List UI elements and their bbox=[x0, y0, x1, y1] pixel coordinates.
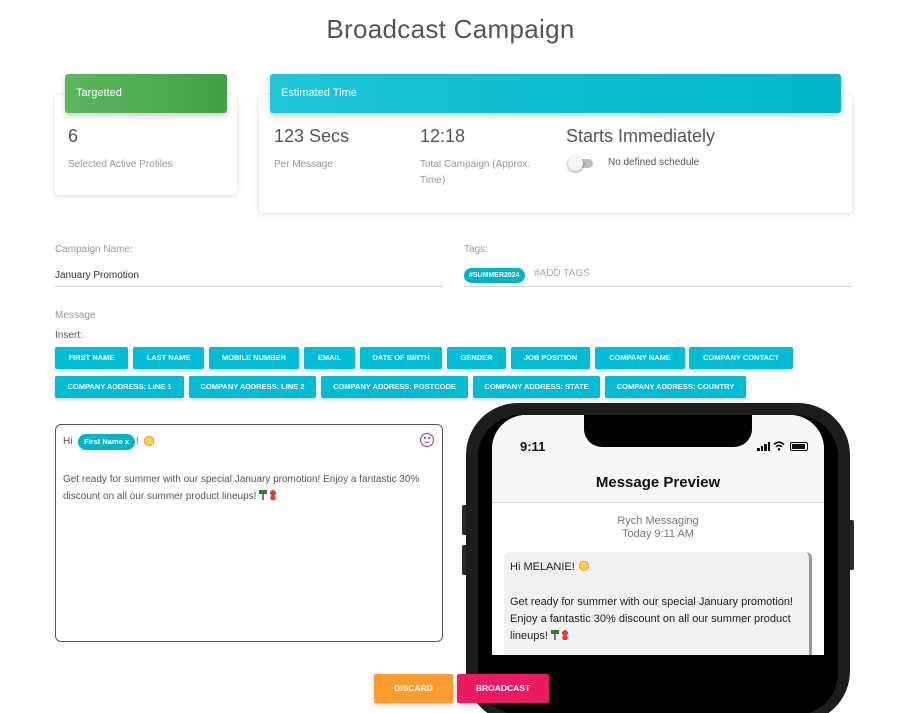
first-name-placeholder-chip[interactable]: First Name x bbox=[78, 434, 136, 450]
targeted-label: Selected Active Profiles bbox=[68, 159, 173, 170]
start-value: Starts Immediately bbox=[566, 126, 716, 146]
page-title: Broadcast Campaign bbox=[326, 14, 575, 44]
exclaim-text: ! bbox=[136, 436, 139, 447]
insert-address-line2-button[interactable]: COMPANY ADDRESS: LINE 2 bbox=[189, 376, 316, 398]
insert-job-position-button[interactable]: JOB POSITION bbox=[511, 347, 590, 369]
total-campaign-value: 12:18 bbox=[420, 126, 466, 146]
status-time: 9:11 bbox=[520, 439, 546, 454]
tags-label: Tags: bbox=[464, 244, 488, 255]
insert-address-line1-button[interactable]: COMPANY ADDRESS: LINE 1 bbox=[55, 376, 184, 398]
tags-underline bbox=[464, 286, 852, 287]
schedule-label: No defined schedule bbox=[608, 157, 700, 168]
insert-company-contact-button[interactable]: COMPANY CONTACT bbox=[689, 347, 793, 369]
estimated-header: Estimated Time bbox=[270, 74, 841, 113]
preview-message-bubble: Hi MELANIE! Get ready for summer with ou… bbox=[504, 552, 812, 655]
campaign-name-label: Campaign Name: bbox=[55, 244, 133, 255]
insert-gender-button[interactable]: GENDER bbox=[447, 347, 506, 369]
battery-icon bbox=[790, 442, 808, 451]
preview-title: Message Preview bbox=[595, 474, 721, 491]
insert-address-country-button[interactable]: COMPANY ADDRESS: COUNTRY bbox=[605, 376, 746, 398]
insert-email-button[interactable]: EMAIL bbox=[304, 347, 355, 369]
insert-mobile-number-button[interactable]: MOBILE NUMBER bbox=[209, 347, 299, 369]
phone-notch bbox=[584, 415, 752, 447]
preview-greeting-text: Hi MELANIE! bbox=[510, 561, 575, 573]
message-label: Message bbox=[55, 310, 96, 321]
insert-date-of-birth-button[interactable]: DATE OF BIRTH bbox=[360, 347, 442, 369]
per-message-value: 123 Secs bbox=[274, 126, 350, 146]
message-body-text: Get ready for summer with our special Ja… bbox=[63, 474, 420, 502]
insert-label: Insert: bbox=[55, 330, 83, 341]
message-editor[interactable]: Hi First Name x ! Get ready for summer w… bbox=[55, 424, 443, 642]
preview-sender: Rych Messaging Today 9:11 AM bbox=[492, 515, 824, 541]
sun-icon bbox=[577, 560, 590, 572]
broadcast-button[interactable]: BROADCAST bbox=[457, 674, 549, 703]
palm-tree-icon bbox=[550, 630, 559, 640]
bikini-icon bbox=[560, 630, 569, 640]
insert-last-name-button[interactable]: LAST NAME bbox=[133, 347, 204, 369]
status-icons bbox=[757, 441, 809, 451]
toggle-knob bbox=[568, 156, 583, 171]
targeted-count: 6 bbox=[68, 126, 79, 146]
total-campaign-label: Total Campaign (Approx. Time) bbox=[420, 159, 531, 186]
schedule-toggle[interactable] bbox=[568, 156, 594, 171]
campaign-name-input[interactable]: January Promotion bbox=[55, 270, 139, 281]
preview-body: Get ready for summer with our special Ja… bbox=[510, 594, 802, 645]
phone-screen: 9:11 Message Preview Rych Messaging Toda… bbox=[492, 415, 824, 655]
palm-tree-icon bbox=[259, 490, 268, 500]
add-tags-input[interactable]: #ADD TAGS bbox=[534, 268, 590, 279]
campaign-name-underline bbox=[55, 286, 443, 287]
insert-address-state-button[interactable]: COMPANY ADDRESS: STATE bbox=[473, 376, 600, 398]
emoji-picker-icon[interactable] bbox=[420, 433, 434, 447]
preview-greeting: Hi MELANIE! bbox=[510, 560, 590, 573]
greeting-text: Hi bbox=[63, 436, 73, 447]
sender-name: Rych Messaging bbox=[617, 515, 699, 527]
insert-address-postcode-button[interactable]: COMPANY ADDRESS: POSTCODE bbox=[321, 376, 468, 398]
sun-icon bbox=[143, 435, 155, 447]
insert-first-name-button[interactable]: FIRST NAME bbox=[55, 347, 128, 369]
tag-chip[interactable]: #SUMMER2024 bbox=[464, 268, 525, 283]
sender-timestamp: Today 9:11 AM bbox=[622, 528, 694, 540]
insert-company-name-button[interactable]: COMPANY NAME bbox=[595, 347, 685, 369]
message-body: Get ready for summer with our special Ja… bbox=[63, 471, 433, 505]
targeted-header: Targetted bbox=[65, 74, 227, 113]
discard-button[interactable]: DISCARD bbox=[374, 674, 453, 703]
per-message-label: Per Message bbox=[274, 159, 333, 170]
bikini-icon bbox=[269, 490, 278, 500]
wifi-icon bbox=[773, 441, 785, 451]
